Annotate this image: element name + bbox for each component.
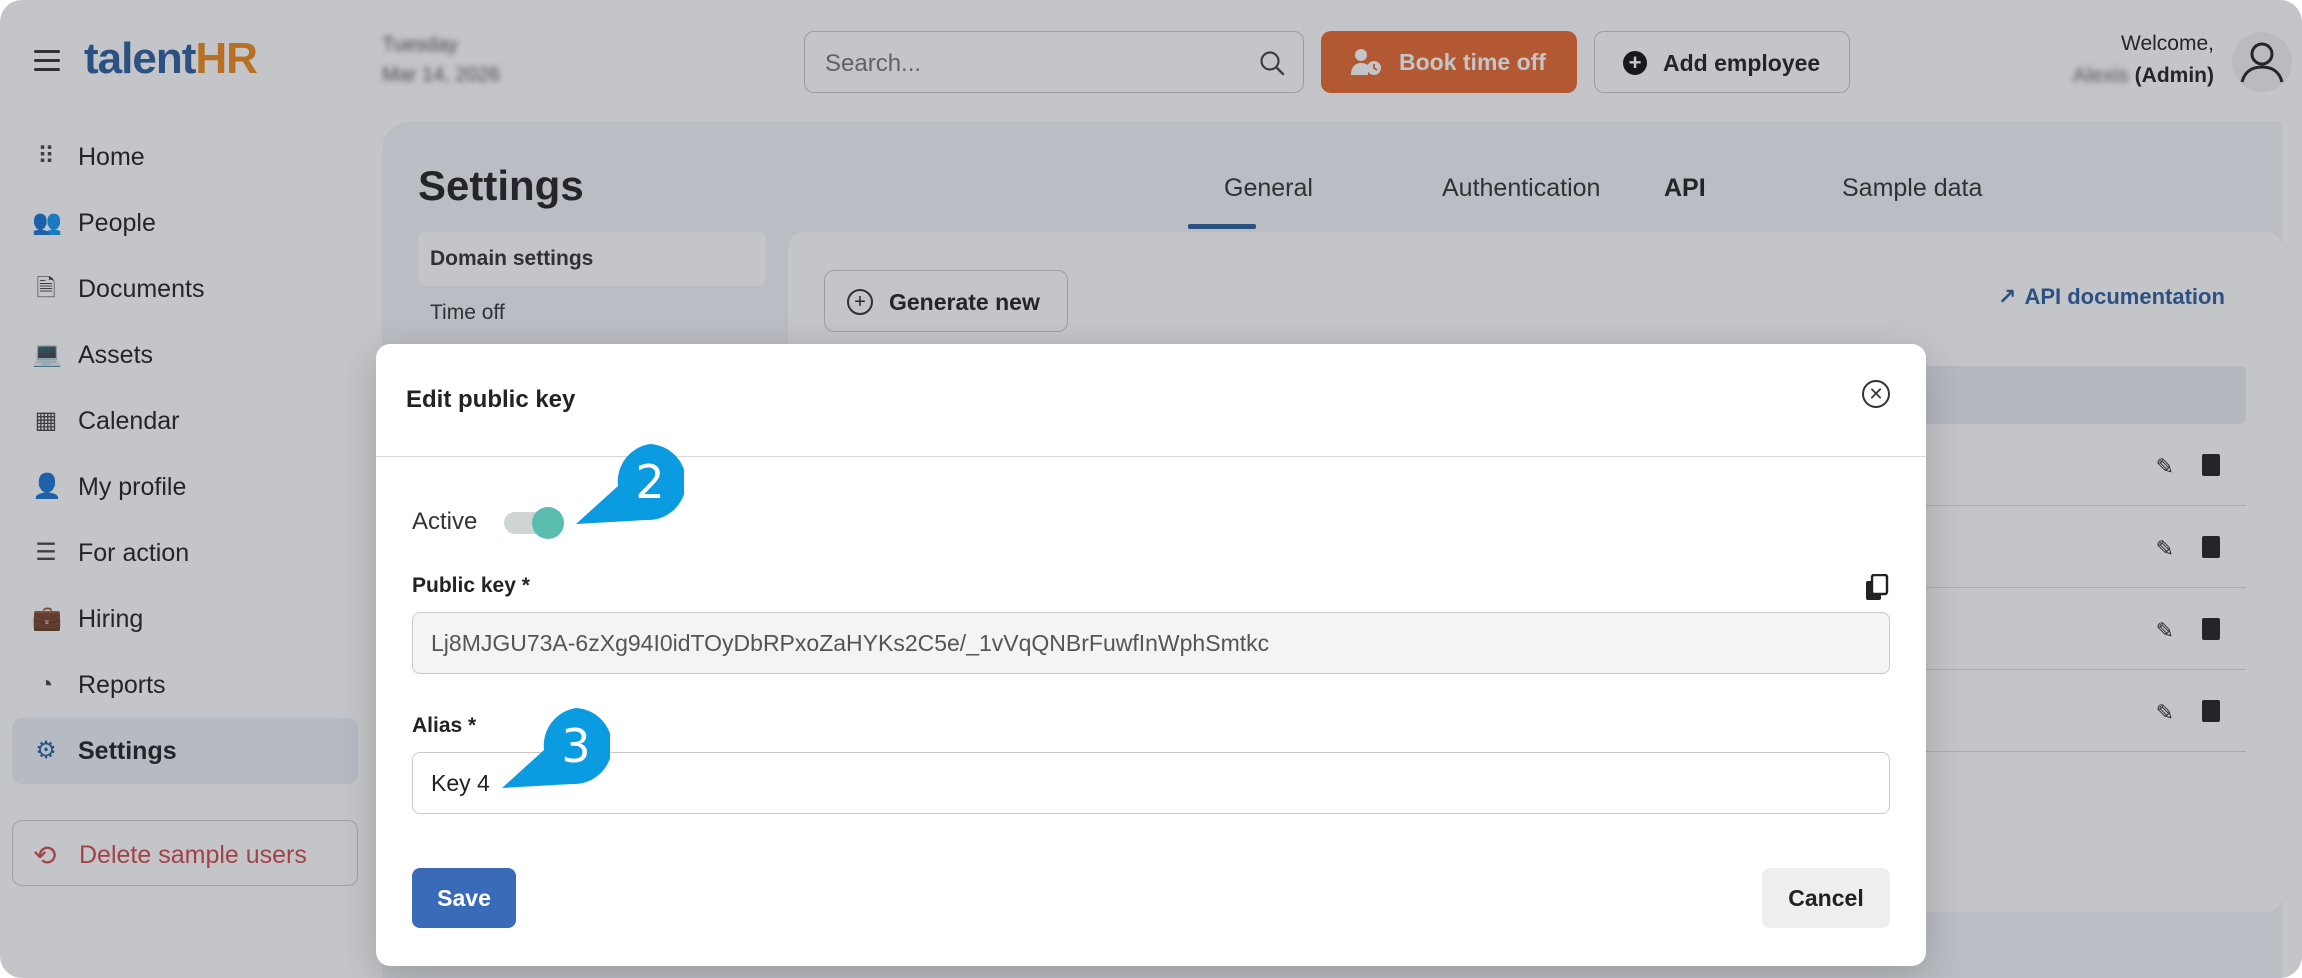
public-key-label: Public key * <box>412 574 530 597</box>
callout-number: 2 <box>635 455 665 509</box>
step-callout-3: 3 <box>500 704 610 804</box>
save-button[interactable]: Save <box>412 868 516 928</box>
close-icon[interactable]: ✕ <box>1862 380 1890 408</box>
alias-field[interactable] <box>412 752 1890 814</box>
dialog-title: Edit public key <box>406 386 576 413</box>
step-callout-2: 2 <box>574 440 684 540</box>
cancel-button[interactable]: Cancel <box>1762 868 1890 928</box>
active-toggle[interactable] <box>504 507 564 539</box>
callout-number: 3 <box>561 719 591 773</box>
alias-label: Alias * <box>412 714 477 737</box>
public-key-field[interactable] <box>412 612 1890 674</box>
app-window: talentHR Tuesday Mar 14, 2026 Search... … <box>0 0 2302 978</box>
edit-public-key-dialog: Edit public key ✕ Active Public key * Al… <box>376 344 1926 966</box>
copy-icon[interactable] <box>1864 574 1890 602</box>
active-label: Active <box>412 508 478 535</box>
toggle-knob <box>532 507 564 539</box>
